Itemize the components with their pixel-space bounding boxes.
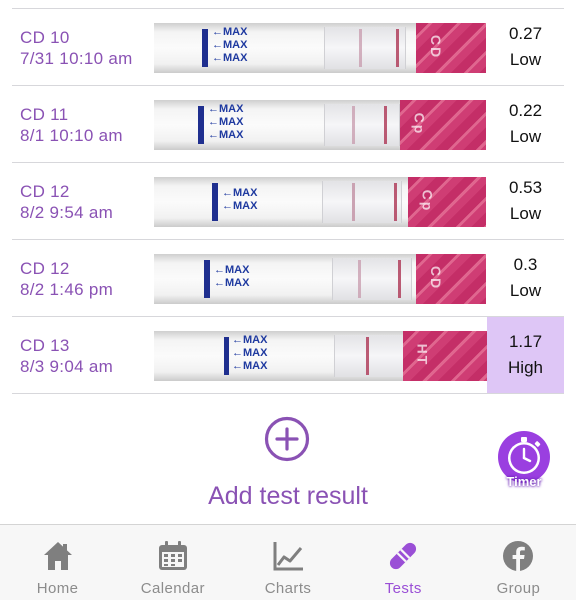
test-value: 0.22 xyxy=(508,101,543,120)
cycle-day-label: CD 12 xyxy=(20,182,70,201)
test-result-high: 1.17 High xyxy=(487,317,564,393)
test-datetime: 8/2 9:54 am xyxy=(20,203,114,222)
test-strip-photo: ←MAX ←MAX ←MAX Cp xyxy=(154,100,486,150)
cycle-day-label: CD 13 xyxy=(20,336,70,355)
test-datetime: 8/2 1:46 pm xyxy=(20,280,114,299)
test-row[interactable]: CD 13 8/3 9:04 am ←MAX ←MAX ←MAX HT 1.17… xyxy=(12,317,564,394)
test-row[interactable]: CD 11 8/1 10:10 am ←MAX ←MAX ←MAX Cp 0.2… xyxy=(12,86,564,163)
test-level: Low xyxy=(509,281,542,300)
test-level: High xyxy=(508,358,543,377)
test-strip-photo: ←MAX ←MAX ←MAX CD xyxy=(154,23,486,73)
test-value: 0.53 xyxy=(508,178,543,197)
test-result: 0.53 Low xyxy=(487,163,564,239)
test-date-info: CD 12 8/2 1:46 pm xyxy=(20,258,113,300)
cycle-day-label: CD 12 xyxy=(20,259,70,278)
facebook-icon xyxy=(503,541,534,571)
strip-max-label: MAX xyxy=(243,334,268,346)
cycle-day-label: CD 10 xyxy=(20,28,70,47)
test-strip-photo: ←MAX ←MAX ←MAX HT xyxy=(154,331,487,381)
tab-tests[interactable]: Tests xyxy=(346,525,461,600)
tab-label: Group xyxy=(496,580,541,597)
tab-calendar[interactable]: Calendar xyxy=(115,525,230,600)
plus-circle-icon[interactable] xyxy=(264,416,310,462)
test-datetime: 7/31 10:10 am xyxy=(20,49,133,68)
tab-label: Charts xyxy=(264,580,312,597)
tab-charts[interactable]: Charts xyxy=(230,525,345,600)
strip-max-label: MAX xyxy=(223,26,248,38)
chart-icon xyxy=(273,542,303,571)
test-row[interactable]: CD 12 8/2 9:54 am ←MAX ←MAX Cp 0.53 Low xyxy=(12,163,564,240)
tab-bar: Home Calendar Charts Tests Group xyxy=(0,524,576,600)
tab-label: Calendar xyxy=(140,580,205,597)
test-value: 0.27 xyxy=(508,24,543,43)
tests-screen: CD 10 7/31 10:10 am ←MAX ←MAX ←MAX CD 0.… xyxy=(0,0,576,600)
test-strip-photo: ←MAX ←MAX CD xyxy=(154,254,486,304)
strip-max-label: MAX xyxy=(225,264,250,276)
test-level: Low xyxy=(509,50,542,69)
strip-max-label: MAX xyxy=(219,103,244,115)
test-date-info: CD 10 7/31 10:10 am xyxy=(20,27,133,69)
timer-label[interactable]: Timer xyxy=(495,474,553,489)
home-icon xyxy=(43,542,72,570)
test-date-info: CD 13 8/3 9:04 am xyxy=(20,335,113,377)
add-test-result-button[interactable]: Add test result xyxy=(0,480,576,512)
test-result: 0.22 Low xyxy=(487,86,564,162)
test-strip-icon xyxy=(390,542,417,570)
test-value: 0.3 xyxy=(513,255,538,274)
test-strip-photo: ←MAX ←MAX Cp xyxy=(154,177,486,227)
tab-label: Home xyxy=(36,580,79,597)
test-results-list: CD 10 7/31 10:10 am ←MAX ←MAX ←MAX CD 0.… xyxy=(12,8,564,394)
test-row[interactable]: CD 10 7/31 10:10 am ←MAX ←MAX ←MAX CD 0.… xyxy=(12,9,564,86)
tab-label: Tests xyxy=(384,580,422,597)
cycle-day-label: CD 11 xyxy=(20,105,69,124)
test-row[interactable]: CD 12 8/2 1:46 pm ←MAX ←MAX CD 0.3 Low xyxy=(12,240,564,317)
calendar-icon xyxy=(158,541,187,570)
tab-home[interactable]: Home xyxy=(0,525,115,600)
test-level: Low xyxy=(509,127,542,146)
test-date-info: CD 11 8/1 10:10 am xyxy=(20,104,123,146)
test-level: Low xyxy=(509,204,542,223)
test-result: 0.3 Low xyxy=(487,240,564,316)
strip-max-label: MAX xyxy=(233,187,258,199)
test-result: 0.27 Low xyxy=(487,9,564,85)
test-date-info: CD 12 8/2 9:54 am xyxy=(20,181,113,223)
tab-group[interactable]: Group xyxy=(461,525,576,600)
test-value: 1.17 xyxy=(508,332,543,351)
test-datetime: 8/3 9:04 am xyxy=(20,357,114,376)
test-datetime: 8/1 10:10 am xyxy=(20,126,123,145)
